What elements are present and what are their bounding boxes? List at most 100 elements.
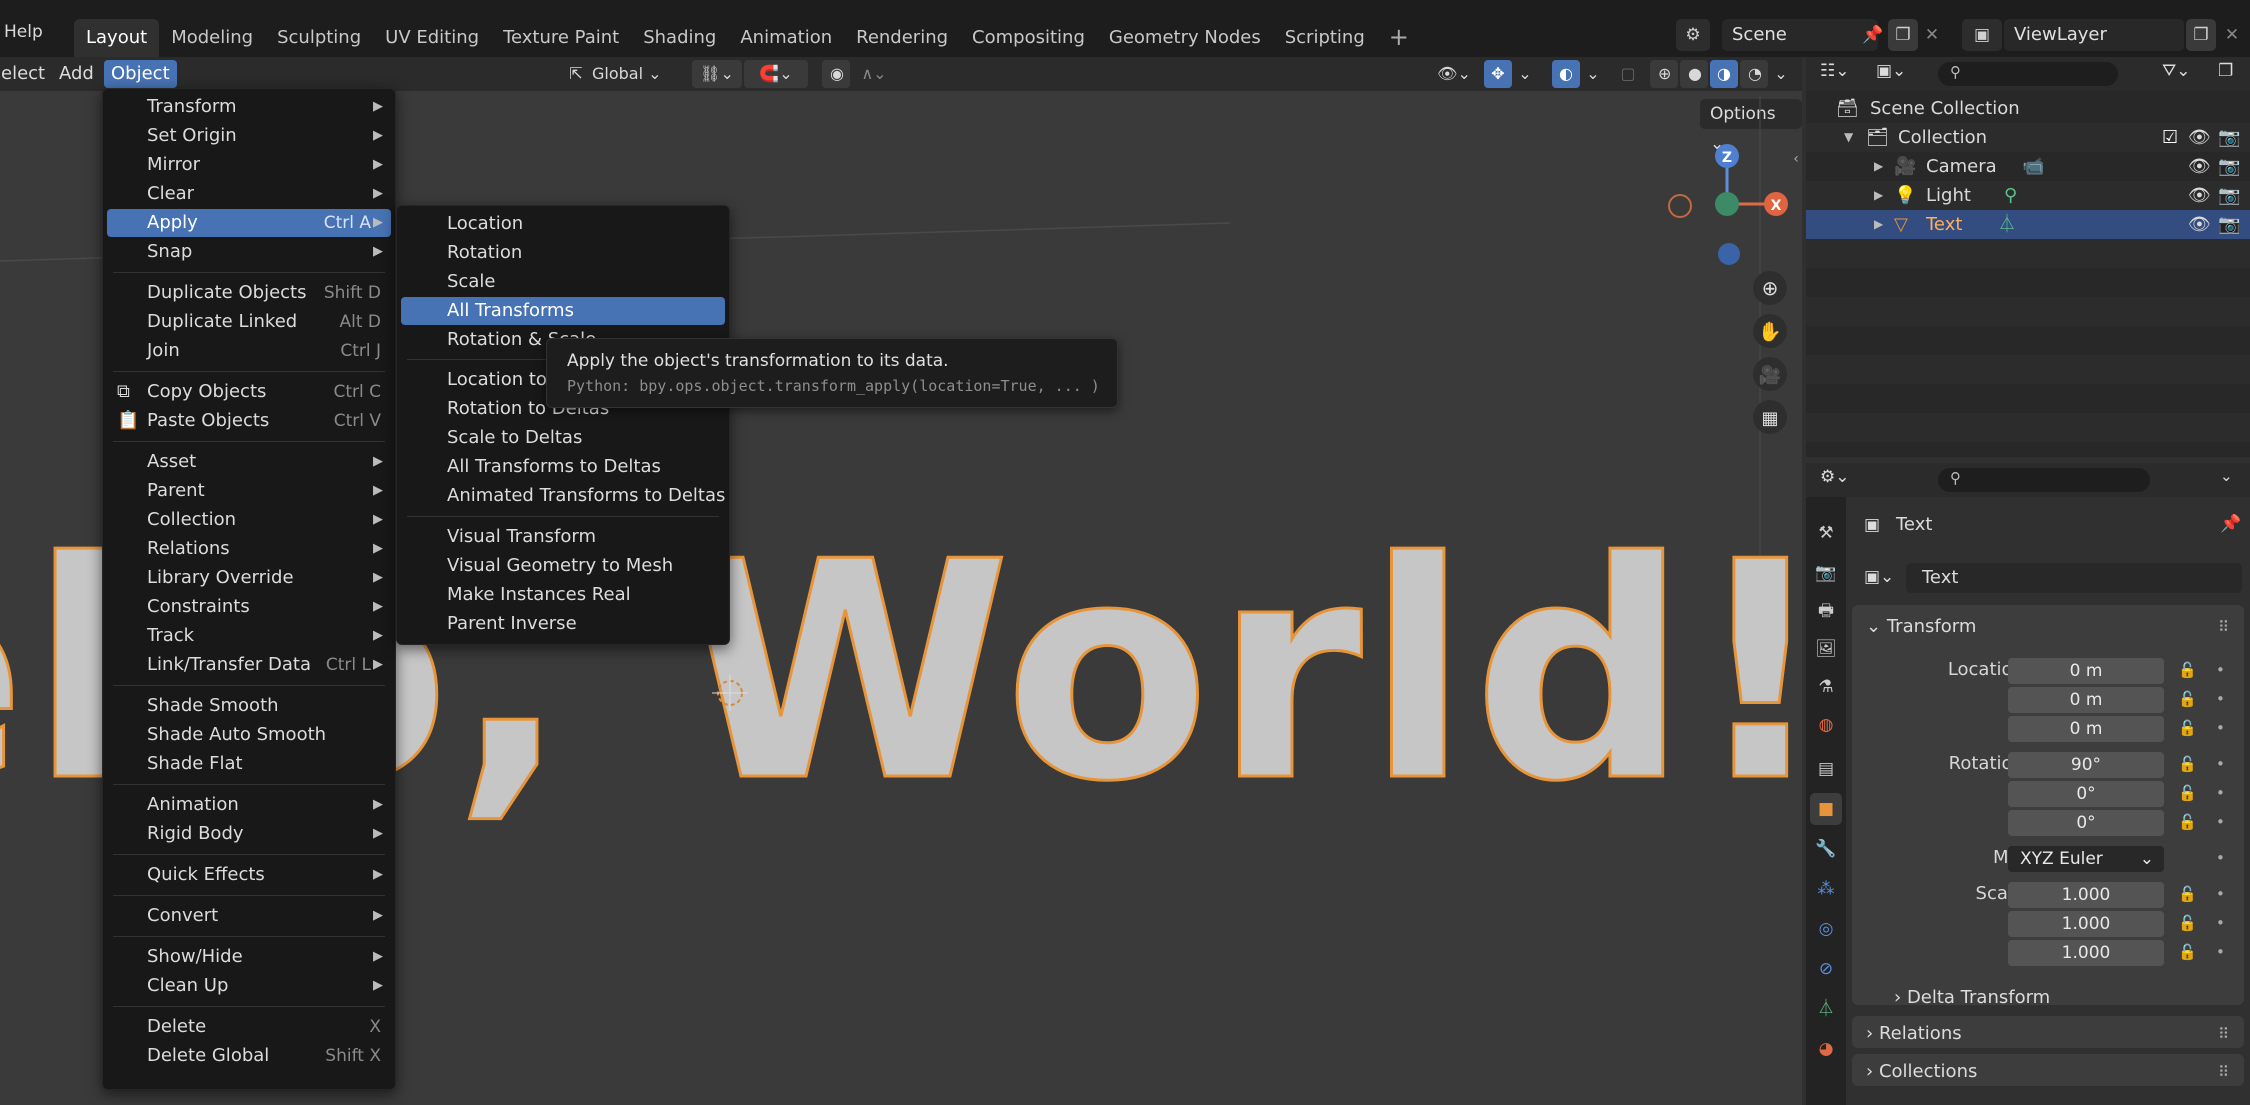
menu-item-delete[interactable]: Delete X xyxy=(107,1013,391,1041)
rendered-shading-button[interactable]: ◔ xyxy=(1740,60,1768,88)
gizmo-toggle[interactable]: ✥ xyxy=(1484,60,1512,88)
tab-shading[interactable]: Shading xyxy=(631,19,728,57)
keyframe-dot-icon[interactable]: • xyxy=(2216,719,2225,737)
expand-arrow-icon[interactable]: ▶ xyxy=(1874,152,1883,181)
collection-tab-icon[interactable]: ▤ xyxy=(1810,753,1842,785)
lock-icon[interactable]: 🔓 xyxy=(2178,885,2197,903)
new-view-layer-icon[interactable]: ❐ xyxy=(2186,19,2216,51)
scale-z-field[interactable]: 1.000 xyxy=(2008,940,2164,966)
tab-animation[interactable]: Animation xyxy=(728,19,844,57)
output-tab-icon[interactable]: 🖶 xyxy=(1810,595,1842,627)
solid-shading-button[interactable]: ● xyxy=(1680,60,1708,88)
menu-item-convert[interactable]: Convert ▶ xyxy=(107,902,391,930)
tab-geometry-nodes[interactable]: Geometry Nodes xyxy=(1097,19,1273,57)
object-name-field[interactable]: Text xyxy=(1906,563,2242,593)
pin-icon[interactable]: 📌 xyxy=(1860,19,1886,51)
object-menu[interactable]: Object xyxy=(104,60,177,88)
collections-panel-header[interactable]: › Collections xyxy=(1866,1061,1977,1082)
properties-search-input[interactable]: ⚲ xyxy=(1938,468,2150,492)
filter-icon[interactable]: ⛛⌄ xyxy=(2162,61,2191,81)
options-chevron-icon[interactable]: ⌄ xyxy=(2220,467,2233,485)
menu-item-duplicate-linked[interactable]: Duplicate Linked Alt D xyxy=(107,308,391,336)
eye-icon[interactable]: 👁 xyxy=(2188,181,2211,210)
material-shading-button[interactable]: ◑ xyxy=(1710,60,1738,88)
lock-icon[interactable]: 🔓 xyxy=(2178,914,2197,932)
lock-icon[interactable]: 🔓 xyxy=(2178,943,2197,961)
outliner-row-collection[interactable]: ▼ 🗂 Collection ☑ 👁 📷 xyxy=(1806,123,2250,152)
outliner-search-input[interactable]: ⚲ xyxy=(1938,62,2118,86)
particles-tab-icon[interactable]: ⁂ xyxy=(1810,873,1842,905)
keyframe-dot-icon[interactable]: • xyxy=(2216,690,2225,708)
scene-browse-icon[interactable]: ⚙ xyxy=(1676,19,1710,51)
visibility-dropdown[interactable]: 👁⌄ xyxy=(1432,60,1476,88)
select-menu[interactable]: elect xyxy=(0,60,52,88)
lock-icon[interactable]: 🔓 xyxy=(2178,690,2197,708)
scale-y-field[interactable]: 1.000 xyxy=(2008,911,2164,937)
lock-icon[interactable]: 🔓 xyxy=(2178,719,2197,737)
object-browse-icon[interactable]: ▣⌄ xyxy=(1864,567,1894,587)
wireframe-shading-button[interactable]: ⊕ xyxy=(1650,60,1678,88)
tool-tab-icon[interactable]: ⚒ xyxy=(1810,517,1842,549)
drag-handle-icon[interactable]: ⠿ xyxy=(2218,618,2229,636)
tab-modeling[interactable]: Modeling xyxy=(159,19,265,57)
menu-item-animation[interactable]: Animation ▶ xyxy=(107,791,391,819)
proportional-editing-toggle[interactable]: ◉ xyxy=(822,60,850,88)
location-z-field[interactable]: 0 m xyxy=(2008,716,2164,742)
lock-icon[interactable]: 🔓 xyxy=(2178,661,2197,679)
apply-location[interactable]: Location xyxy=(401,210,725,238)
menu-item-clean-up[interactable]: Clean Up ▶ xyxy=(107,972,391,1000)
apply-make-instances-real[interactable]: Make Instances Real xyxy=(401,581,725,609)
menu-item-join[interactable]: Join Ctrl J xyxy=(107,337,391,365)
menu-item-shade-flat[interactable]: Shade Flat xyxy=(107,750,391,778)
keyframe-dot-icon[interactable]: • xyxy=(2216,849,2225,867)
overlay-toggle[interactable]: ◐ xyxy=(1552,60,1580,88)
help-menu[interactable]: Help xyxy=(4,22,43,42)
proportional-falloff-dropdown[interactable]: ∧⌄ xyxy=(854,60,894,88)
new-collection-icon[interactable]: ❐ xyxy=(2218,61,2233,81)
data-tab-icon[interactable]: ⏃ xyxy=(1810,993,1842,1025)
light-data-icon[interactable]: ⚲ xyxy=(2004,181,2017,210)
keyframe-dot-icon[interactable]: • xyxy=(2216,914,2225,932)
render-camera-icon[interactable]: 📷 xyxy=(2218,181,2240,210)
menu-item-parent[interactable]: Parent ▶ xyxy=(107,477,391,505)
new-scene-icon[interactable]: ❐ xyxy=(1888,19,1918,51)
menu-item-quick-effects[interactable]: Quick Effects ▶ xyxy=(107,861,391,889)
location-x-field[interactable]: 0 m xyxy=(2008,658,2164,684)
render-camera-icon[interactable]: 📷 xyxy=(2218,210,2240,239)
menu-item-track[interactable]: Track ▶ xyxy=(107,622,391,650)
eye-icon[interactable]: 👁 xyxy=(2188,152,2211,181)
overlay-dropdown[interactable]: ⌄ xyxy=(1582,60,1604,88)
display-mode-icon[interactable]: ▣⌄ xyxy=(1876,61,1906,81)
expand-arrow-icon[interactable]: ▶ xyxy=(1874,181,1883,210)
view-layer-field[interactable]: ViewLayer xyxy=(2004,19,2184,51)
view-layer-tab-icon[interactable]: 🖼 xyxy=(1810,633,1842,665)
lock-icon[interactable]: 🔓 xyxy=(2178,813,2197,831)
render-camera-icon[interactable]: 📷 xyxy=(2218,123,2240,152)
menu-item-rigid-body[interactable]: Rigid Body ▶ xyxy=(107,820,391,848)
tab-sculpting[interactable]: Sculpting xyxy=(265,19,373,57)
keyframe-dot-icon[interactable]: • xyxy=(2216,784,2225,802)
editor-type-icon[interactable]: ⚙⌄ xyxy=(1820,467,1849,487)
expand-arrow-icon[interactable]: ▶ xyxy=(1874,210,1883,239)
apply-parent-inverse[interactable]: Parent Inverse xyxy=(401,610,725,638)
menu-item-copy-objects[interactable]: ⧉ Copy Objects Ctrl C xyxy=(107,378,391,406)
scale-x-field[interactable]: 1.000 xyxy=(2008,882,2164,908)
apply-visual-geometry-to-mesh[interactable]: Visual Geometry to Mesh xyxy=(401,552,725,580)
drag-handle-icon[interactable]: ⠿ xyxy=(2218,1063,2229,1081)
menu-item-paste-objects[interactable]: 📋 Paste Objects Ctrl V xyxy=(107,407,391,435)
xray-toggle[interactable]: ▢ xyxy=(1614,60,1642,88)
gizmo-dropdown[interactable]: ⌄ xyxy=(1514,60,1536,88)
material-tab-icon[interactable]: ◕ xyxy=(1810,1033,1842,1065)
physics-tab-icon[interactable]: ◎ xyxy=(1810,913,1842,945)
menu-item-set-origin[interactable]: Set Origin ▶ xyxy=(107,122,391,150)
outliner-row-scene-collection[interactable]: 🗃 Scene Collection xyxy=(1806,94,2250,123)
relations-panel-header[interactable]: › Relations xyxy=(1866,1023,1962,1044)
apply-scale[interactable]: Scale xyxy=(401,268,725,296)
constraints-tab-icon[interactable]: ⊘ xyxy=(1810,953,1842,985)
apply-all-transforms[interactable]: All Transforms xyxy=(401,297,725,325)
lock-icon[interactable]: 🔓 xyxy=(2178,784,2197,802)
drag-handle-icon[interactable]: ⠿ xyxy=(2218,1025,2229,1043)
pin-icon[interactable]: 📌 xyxy=(2220,514,2241,534)
editor-type-icon[interactable]: ☷⌄ xyxy=(1820,61,1849,81)
menu-item-link-transfer-data[interactable]: Link/Transfer Data Ctrl L ▶ xyxy=(107,651,391,679)
